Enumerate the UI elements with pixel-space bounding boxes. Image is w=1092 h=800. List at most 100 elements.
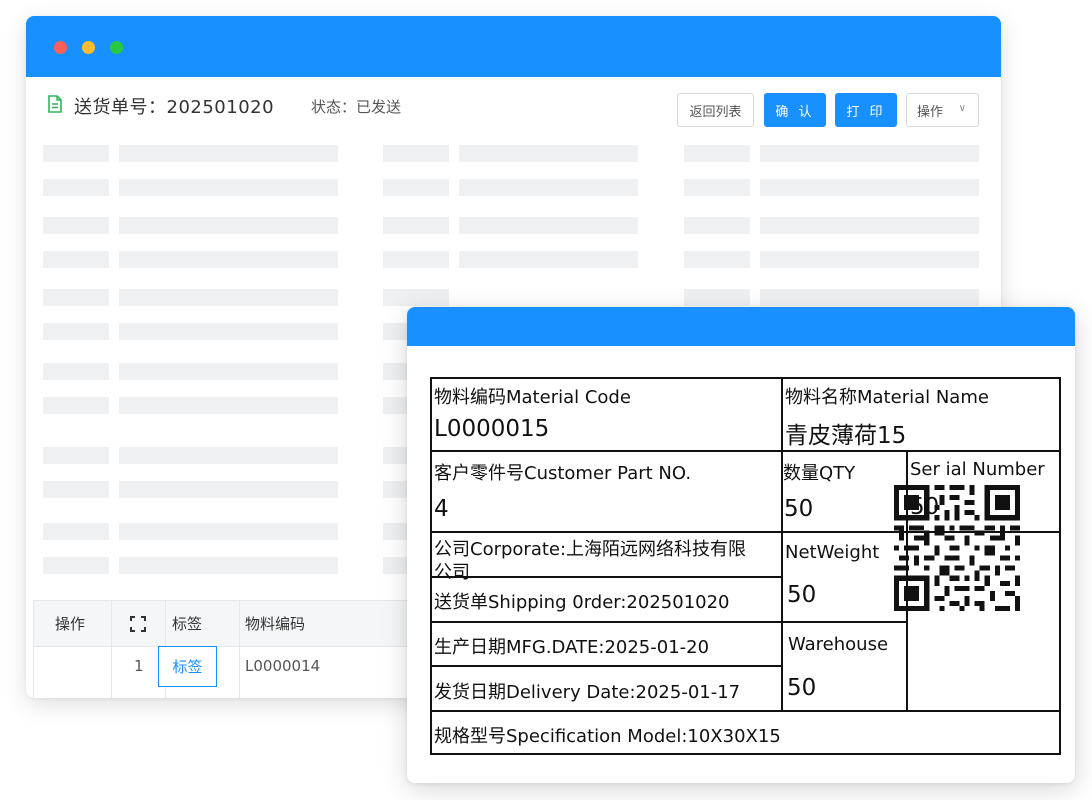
serial-number-label: Ser ial Number — [910, 459, 1045, 480]
warehouse-value: 50 — [787, 675, 817, 701]
skeleton-bar — [383, 217, 449, 234]
skeleton-bar — [119, 447, 338, 464]
skeleton-bar — [43, 179, 109, 196]
skeleton-bar — [119, 481, 338, 498]
qr-code-icon — [894, 485, 1020, 611]
window-titlebar — [26, 16, 1001, 77]
skeleton-bar — [119, 323, 338, 340]
material-code-label: 物料编码Material Code — [434, 387, 631, 408]
label-grid-line — [430, 450, 1061, 452]
operations-dropdown[interactable]: 操作 ∨ — [906, 93, 979, 127]
skeleton-bar — [684, 251, 750, 268]
shipping-order: 送货单Shipping 0rder:202501020 — [434, 592, 730, 613]
skeleton-bar — [43, 217, 109, 234]
material-name-value: 青皮薄荷15 — [785, 423, 907, 449]
skeleton-bar — [760, 217, 979, 234]
label-grid-line — [430, 710, 1061, 712]
skeleton-bar — [459, 251, 638, 268]
label-grid-line — [781, 377, 783, 533]
skeleton-bar — [760, 289, 979, 306]
skeleton-bar — [383, 447, 407, 464]
skeleton-bar — [760, 179, 979, 196]
page: 送货单号：202501020 状态：已发送 返回列表 确 认 打 印 操作 ∨ — [0, 0, 1092, 800]
print-button[interactable]: 打 印 — [835, 93, 897, 127]
skeleton-bar — [119, 523, 338, 540]
material-code-value: L0000015 — [434, 416, 550, 442]
netweight-label: NetWeight — [785, 542, 880, 563]
label-window-titlebar — [407, 307, 1075, 346]
skeleton-bar — [43, 523, 109, 540]
close-window-dot[interactable] — [54, 41, 67, 54]
minimize-window-dot[interactable] — [82, 41, 95, 54]
table-header: 操作 标签 物料编码 — [33, 600, 413, 647]
qty-value: 50 — [784, 496, 814, 522]
skeleton-bar — [43, 145, 109, 162]
skeleton-bar — [760, 145, 979, 162]
column-divider — [111, 600, 112, 698]
skeleton-bar — [383, 481, 407, 498]
skeleton-bar — [43, 289, 109, 306]
skeleton-bar — [119, 217, 338, 234]
order-header: 送货单号：202501020 状态：已发送 返回列表 确 认 打 印 操作 ∨ — [26, 77, 1001, 135]
skeleton-bar — [684, 145, 750, 162]
label-grid-line — [430, 621, 908, 623]
skeleton-bar — [383, 557, 407, 574]
skeleton-bar — [760, 251, 979, 268]
netweight-value: 50 — [787, 582, 817, 608]
skeleton-bar — [43, 557, 109, 574]
skeleton-bar — [459, 179, 638, 196]
skeleton-bar — [684, 179, 750, 196]
column-divider — [239, 600, 240, 698]
skeleton-bar — [459, 217, 638, 234]
column-header-tag: 标签 — [172, 615, 203, 633]
material-name-label: 物料名称Material Name — [785, 387, 989, 408]
customer-part-label: 客户零件号Customer Part NO. — [434, 463, 692, 484]
specification-model: 规格型号Specification Model:10X30X15 — [434, 726, 781, 747]
customer-part-value: 4 — [434, 496, 449, 522]
maximize-window-dot[interactable] — [110, 41, 123, 54]
operations-dropdown-label: 操作 — [917, 104, 944, 120]
tag-button[interactable]: 标签 — [158, 646, 217, 687]
page-title: 送货单号：202501020 — [74, 97, 275, 118]
skeleton-bar — [43, 251, 109, 268]
skeleton-bar — [119, 289, 338, 306]
skeleton-bar — [119, 145, 338, 162]
skeleton-bar — [383, 251, 449, 268]
skeleton-bar — [383, 145, 449, 162]
skeleton-bar — [43, 397, 109, 414]
row-index: 1 — [134, 657, 144, 675]
skeleton-bar — [43, 481, 109, 498]
material-table: 操作 标签 物料编码 1 标签 L0000014 — [33, 600, 413, 698]
corporate-line-1: 公司Corporate:上海陌远网络科技有限 — [434, 539, 747, 560]
confirm-button[interactable]: 确 认 — [764, 93, 826, 127]
column-divider — [33, 600, 34, 698]
skeleton-bar — [119, 179, 338, 196]
skeleton-bar — [684, 217, 750, 234]
label-grid-line — [430, 576, 783, 578]
back-to-list-button[interactable]: 返回列表 — [677, 93, 754, 127]
skeleton-bar — [119, 557, 338, 574]
status-text: 状态：已发送 — [311, 98, 402, 116]
column-header-ops: 操作 — [55, 615, 86, 633]
skeleton-bar — [119, 397, 338, 414]
skeleton-bar — [43, 363, 109, 380]
skeleton-bar — [119, 251, 338, 268]
chevron-down-icon: ∨ — [958, 103, 966, 114]
label-grid-line — [430, 665, 783, 667]
mfg-date: 生产日期MFG.DATE:2025-01-20 — [434, 637, 710, 658]
skeleton-bar — [383, 523, 407, 540]
skeleton-bar — [119, 363, 338, 380]
skeleton-bar — [684, 289, 750, 306]
skeleton-bar — [383, 179, 449, 196]
skeleton-bar — [43, 447, 109, 464]
warehouse-label: Warehouse — [788, 634, 889, 655]
label-preview-window: 物料编码Material Code L0000015 物料名称Material … — [407, 307, 1075, 783]
skeleton-bar — [383, 289, 449, 306]
delivery-date: 发货日期Delivery Date:2025-01-17 — [434, 682, 741, 703]
document-icon — [48, 95, 62, 113]
fullscreen-icon[interactable] — [130, 616, 146, 632]
row-material-code: L0000014 — [245, 657, 321, 675]
skeleton-bar — [43, 323, 109, 340]
qty-label: 数量QTY — [783, 463, 856, 484]
skeleton-bar — [459, 145, 638, 162]
